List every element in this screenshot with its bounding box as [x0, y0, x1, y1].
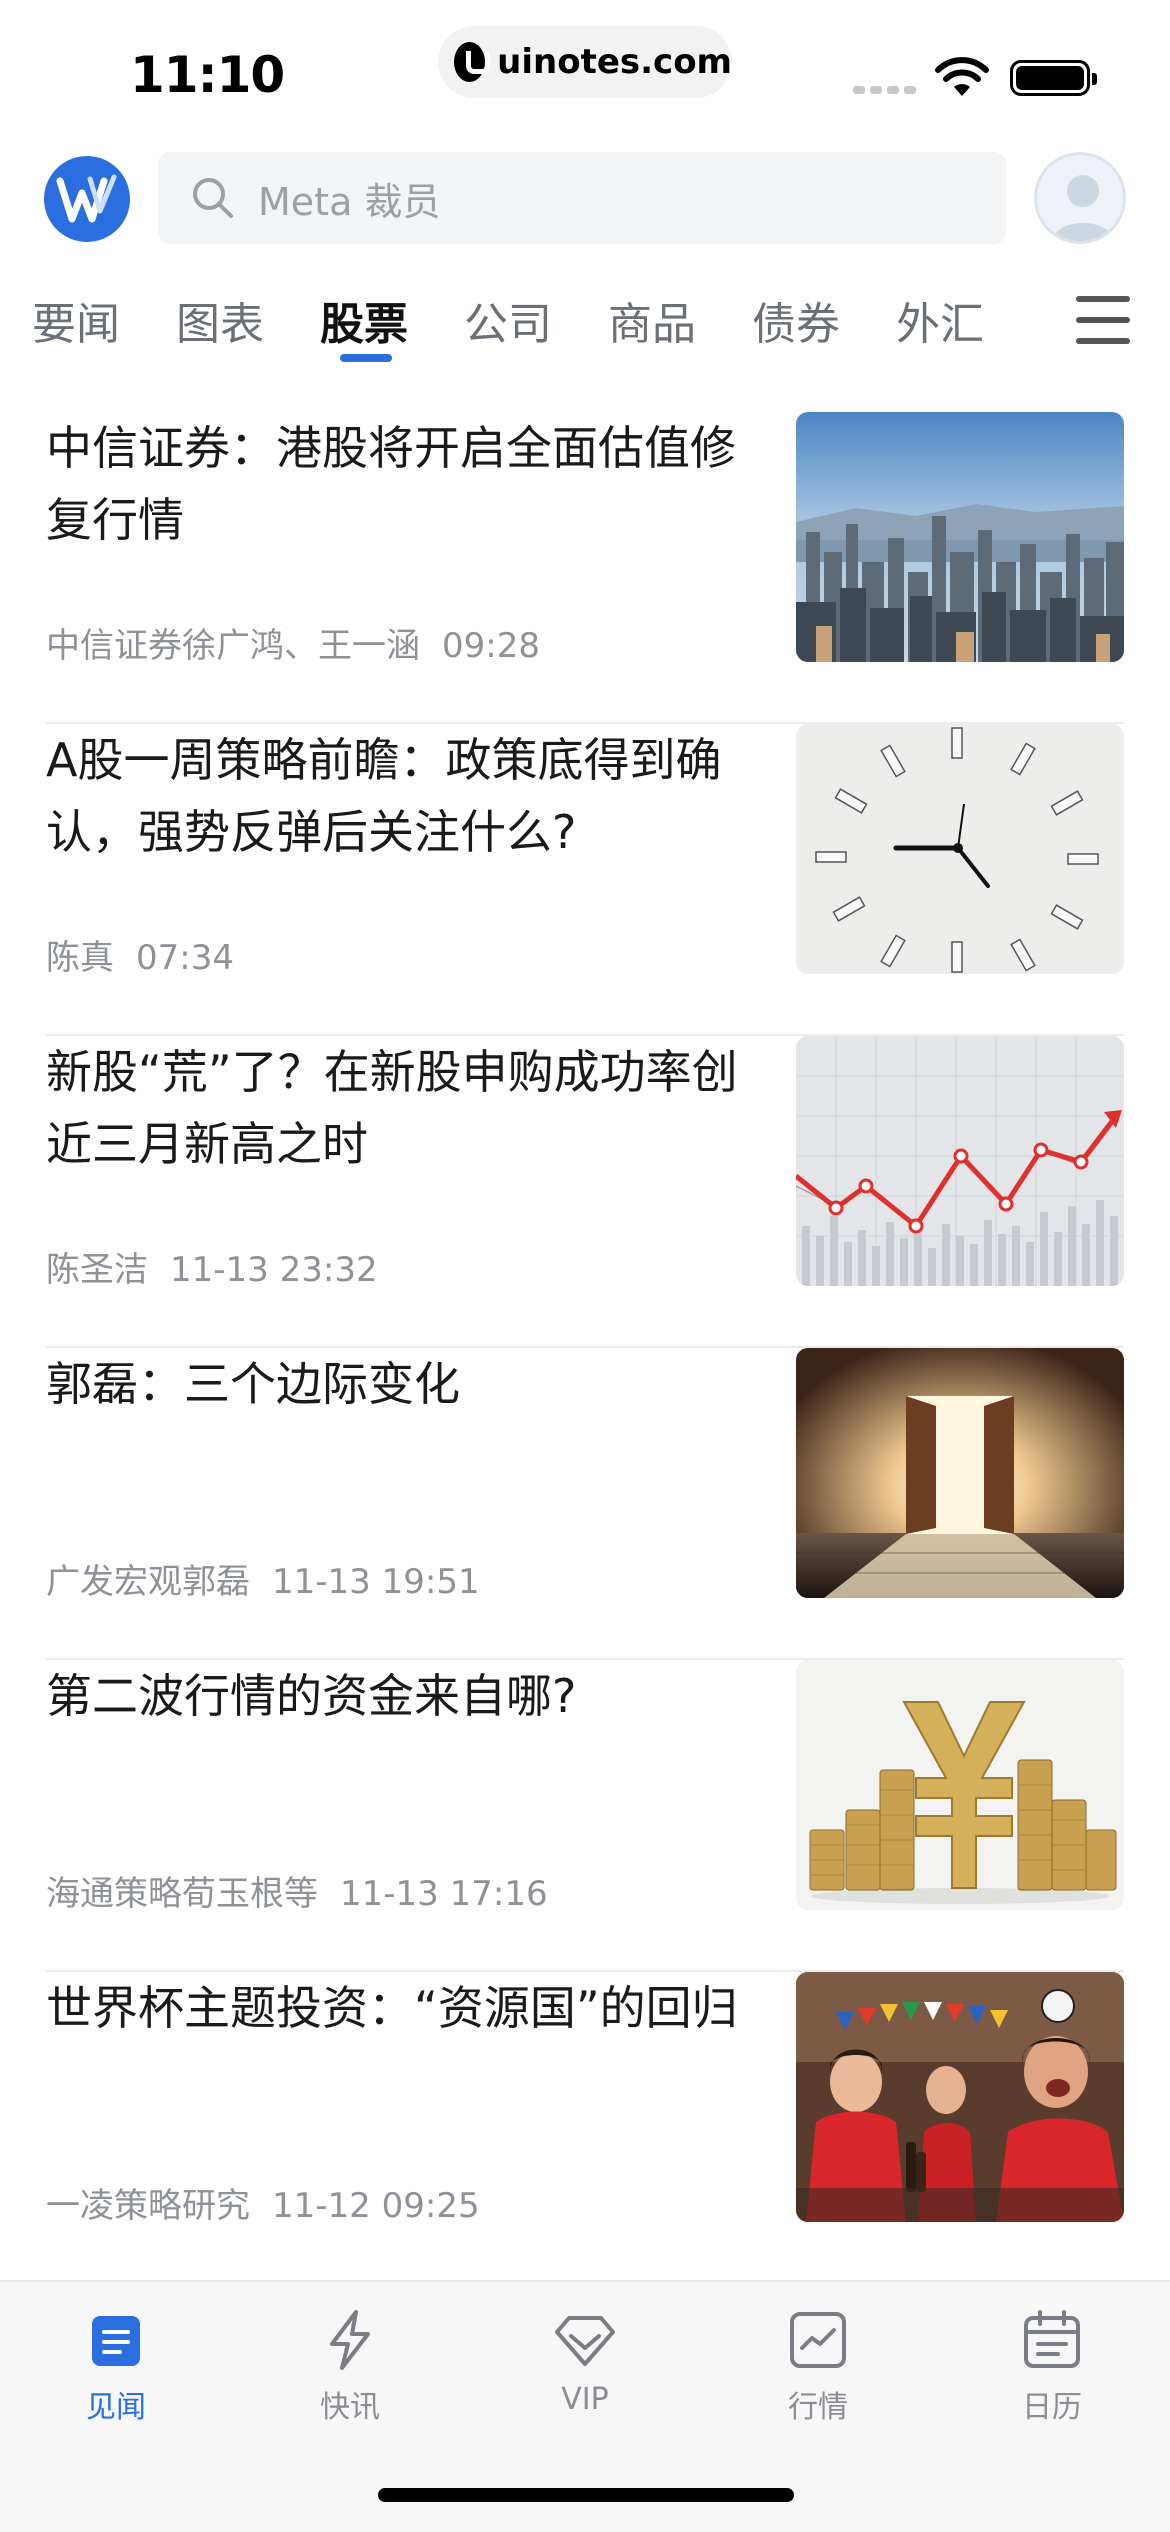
logo-w-icon [56, 174, 117, 223]
market-chart-icon [790, 2312, 846, 2368]
battery-icon [1010, 60, 1097, 96]
nav-vip[interactable]: VIP [505, 2308, 665, 2417]
article-thumbnail[interactable] [796, 1972, 1124, 2222]
clock-wall-image [796, 724, 1124, 974]
article-thumbnail[interactable] [796, 724, 1124, 974]
url-pill[interactable]: uinotes.com [438, 26, 732, 98]
diamond-icon [555, 2316, 615, 2366]
article-source: 广发宏观郭磊 [46, 1562, 250, 1602]
article-source: 海通策略荀玉根等 [46, 1874, 318, 1914]
tab-charts[interactable]: 图表 [176, 288, 264, 352]
cellular-signal-icon [853, 86, 916, 94]
article-time: 07:34 [136, 938, 234, 978]
article-item[interactable]: 第二波行情的资金来自哪? 海通策略荀玉根等 11-13 17:16 [46, 1660, 1124, 1972]
article-source: 陈真 [46, 938, 114, 978]
article-item[interactable]: 新股“荒”了？在新股申购成功率创近三月新高之时 陈圣洁 11-13 23:32 [46, 1036, 1124, 1348]
category-tabs: 要闻 图表 股票 公司 商品 债券 外汇 [0, 288, 1170, 378]
article-item[interactable]: 郭磊：三个边际变化 广发宏观郭磊 11-13 19:51 [46, 1348, 1124, 1660]
nav-label: VIP [561, 2382, 609, 2417]
article-thumbnail[interactable] [796, 1036, 1124, 1286]
home-indicator [378, 2488, 794, 2502]
user-avatar-icon [1053, 175, 1113, 241]
article-meta: 陈真 07:34 [46, 930, 234, 979]
article-meta: 陈圣洁 11-13 23:32 [46, 1242, 378, 1291]
article-item[interactable]: 中信证券：港股将开启全面估值修复行情 中信证券徐广鸿、王一涵 09:28 [46, 412, 1124, 724]
article-title[interactable]: 郭磊：三个边际变化 [46, 1348, 776, 1420]
nav-label: 见闻 [86, 2390, 146, 2425]
avatar[interactable] [1034, 152, 1126, 244]
open-door-image [796, 1348, 1124, 1598]
article-title[interactable]: 第二波行情的资金来自哪? [46, 1660, 776, 1732]
nav-label: 日历 [1022, 2390, 1082, 2425]
article-time: 11-12 09:25 [272, 2186, 480, 2226]
article-thumbnail[interactable] [796, 412, 1124, 662]
article-title[interactable]: 中信证券：港股将开启全面估值修复行情 [46, 412, 776, 556]
article-source: 一凌策略研究 [46, 2186, 250, 2226]
app-logo[interactable] [44, 156, 130, 242]
rising-chart-image [796, 1036, 1124, 1286]
nav-flash[interactable]: 快讯 [270, 2308, 430, 2426]
status-bar: 11:10 uinotes.com [0, 0, 1170, 140]
city-skyline-image [796, 412, 1124, 662]
status-time: 11:10 [130, 46, 285, 104]
active-tab-indicator [340, 354, 392, 362]
article-thumbnail[interactable] [796, 1660, 1124, 1910]
article-meta: 一凌策略研究 11-12 09:25 [46, 2178, 480, 2227]
search-icon [193, 178, 233, 218]
tab-commodities[interactable]: 商品 [608, 288, 696, 352]
url-text: uinotes.com [497, 42, 732, 82]
article-source: 中信证券徐广鸿、王一涵 [46, 626, 420, 666]
nav-label: 行情 [788, 2390, 848, 2425]
nav-news[interactable]: 见闻 [36, 2308, 196, 2426]
news-icon [92, 2316, 140, 2366]
article-item[interactable]: 世界杯主题投资：“资源国”的回归 一凌策略研究 11-12 09:25 [46, 1972, 1124, 2284]
article-time: 11-13 19:51 [272, 1562, 480, 1602]
football-fans-image [796, 1972, 1124, 2222]
site-icon [454, 42, 491, 82]
article-time: 09:28 [442, 626, 540, 666]
calendar-icon [1024, 2310, 1080, 2368]
tab-forex[interactable]: 外汇 [896, 288, 984, 352]
search-placeholder: Meta 裁员 [258, 179, 441, 224]
tab-news[interactable]: 要闻 [32, 288, 120, 352]
article-title[interactable]: 新股“荒”了？在新股申购成功率创近三月新高之时 [46, 1036, 776, 1180]
nav-label: 快讯 [320, 2390, 380, 2425]
nav-calendar[interactable]: 日历 [972, 2308, 1132, 2426]
article-title[interactable]: A股一周策略前瞻：政策底得到确认，强势反弹后关注什么? [46, 724, 776, 868]
tab-bonds[interactable]: 债券 [752, 288, 840, 352]
article-source: 陈圣洁 [46, 1250, 148, 1290]
article-meta: 广发宏观郭磊 11-13 19:51 [46, 1554, 480, 1603]
menu-icon[interactable] [1076, 296, 1130, 344]
article-meta: 中信证券徐广鸿、王一涵 09:28 [46, 618, 540, 667]
article-meta: 海通策略荀玉根等 11-13 17:16 [46, 1866, 548, 1915]
article-title[interactable]: 世界杯主题投资：“资源国”的回归 [46, 1972, 776, 2044]
tab-companies[interactable]: 公司 [464, 288, 552, 352]
article-thumbnail[interactable] [796, 1348, 1124, 1598]
article-time: 11-13 23:32 [170, 1250, 378, 1290]
article-time: 11-13 17:16 [340, 1874, 548, 1914]
tab-stocks[interactable]: 股票 [320, 288, 408, 352]
article-item[interactable]: A股一周策略前瞻：政策底得到确认，强势反弹后关注什么? 陈真 07:34 [46, 724, 1124, 1036]
search-input[interactable]: Meta 裁员 [158, 152, 1006, 244]
yuan-coins-image [796, 1660, 1124, 1910]
wifi-icon [935, 57, 989, 96]
lightning-icon [330, 2310, 370, 2370]
nav-market[interactable]: 行情 [738, 2308, 898, 2426]
